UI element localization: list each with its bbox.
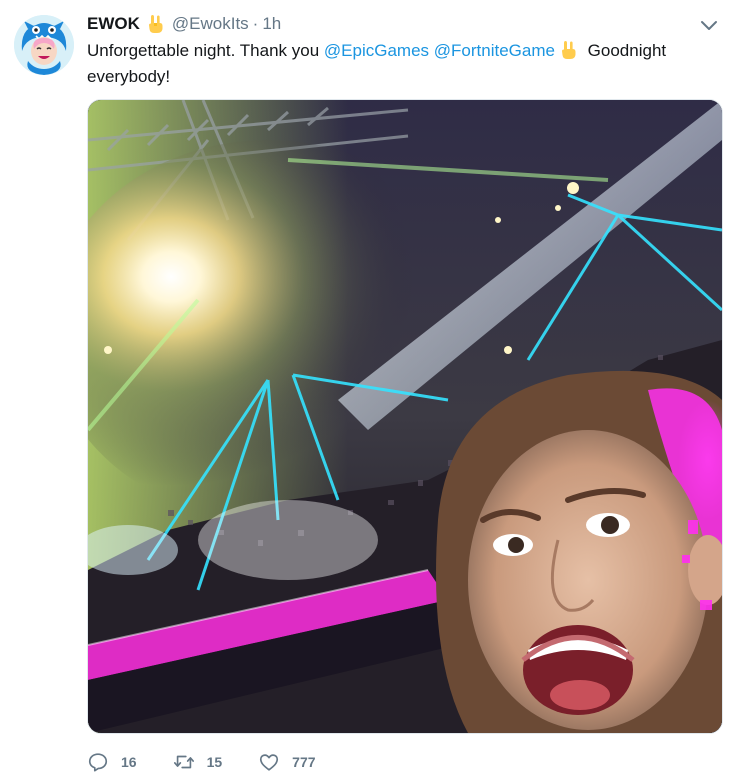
timestamp[interactable]: 1h [262, 14, 281, 34]
display-name[interactable]: EWOK [87, 14, 140, 34]
tweet: EWOK @EwokIts · 1h Unforgettable night. … [0, 0, 734, 781]
mention-epicgames[interactable]: @EpicGames [324, 41, 429, 60]
like-button[interactable]: 777 [258, 751, 316, 773]
reply-icon [88, 753, 108, 772]
avatar[interactable] [14, 15, 74, 75]
user-handle[interactable]: @EwokIts [172, 14, 249, 34]
heart-icon [260, 754, 279, 771]
reply-button[interactable]: 16 [87, 751, 137, 773]
sign-of-the-horns-emoji-icon [559, 40, 579, 60]
more-options-button[interactable] [698, 16, 720, 36]
reply-count: 16 [121, 754, 137, 770]
tweet-actions: 16 15 777 [87, 748, 352, 776]
tweet-photo[interactable] [87, 99, 723, 734]
sign-of-the-horns-emoji-icon [146, 14, 166, 34]
arena-selfie-image [88, 100, 722, 733]
chevron-down-icon [701, 21, 717, 30]
tweet-header: EWOK @EwokIts · 1h [87, 12, 281, 36]
retweet-button[interactable]: 15 [173, 751, 223, 773]
retweet-count: 15 [206, 754, 223, 770]
tweet-text-part1: Unforgettable night. Thank you [87, 41, 324, 60]
monster-hood-avatar-icon [14, 15, 74, 75]
like-count: 777 [292, 754, 316, 770]
retweet-icon [173, 755, 194, 769]
tweet-text: Unforgettable night. Thank you @EpicGame… [87, 38, 697, 90]
separator-dot: · [252, 14, 259, 33]
mention-fortnitegame[interactable]: @FortniteGame [434, 41, 555, 60]
